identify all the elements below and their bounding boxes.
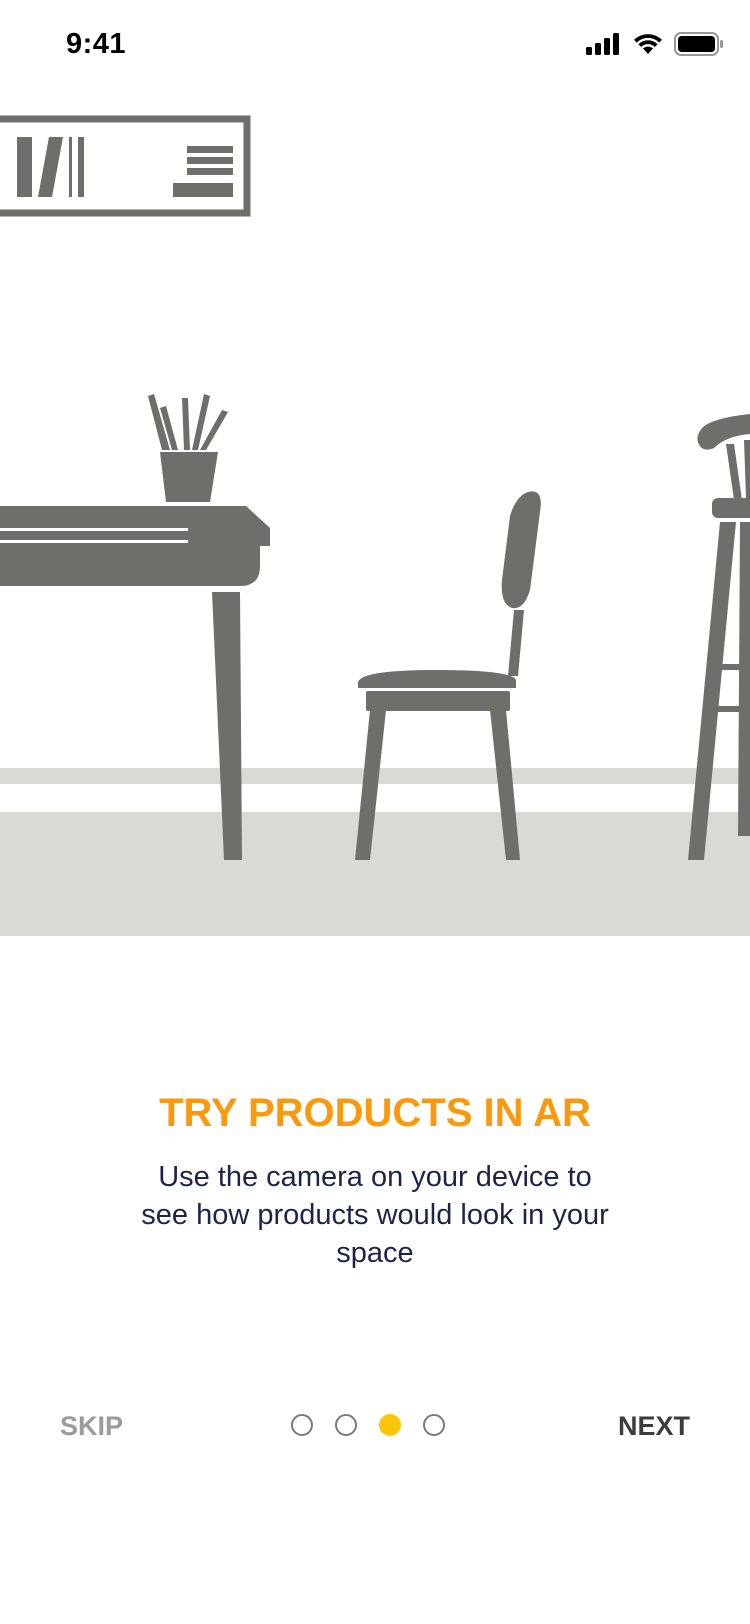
bar-stool-illustration	[688, 414, 750, 860]
status-bar: 9:41	[0, 0, 750, 94]
page-dot-1[interactable]	[291, 1414, 313, 1436]
status-icons	[586, 32, 724, 56]
desk-illustration	[0, 506, 270, 860]
battery-icon	[674, 32, 723, 56]
wall-shelf-illustration	[0, 115, 251, 217]
plant-illustration	[148, 394, 228, 502]
ar-room-illustration	[0, 115, 750, 936]
status-time: 9:41	[66, 28, 127, 60]
page-dot-4[interactable]	[423, 1414, 445, 1436]
onboarding-title: TRY PRODUCTS IN AR	[159, 1091, 591, 1135]
next-button[interactable]: NEXT	[608, 1405, 700, 1448]
onboarding-description: Use the camera on your device to see how…	[141, 1161, 609, 1269]
page-dot-2[interactable]	[335, 1414, 357, 1436]
page-dot-3-active[interactable]	[379, 1414, 401, 1436]
wifi-icon	[634, 34, 662, 54]
page-indicator	[291, 1414, 445, 1436]
chair-illustration	[355, 491, 541, 860]
cellular-signal-icon	[586, 33, 619, 55]
skip-button[interactable]: SKIP	[50, 1405, 133, 1448]
